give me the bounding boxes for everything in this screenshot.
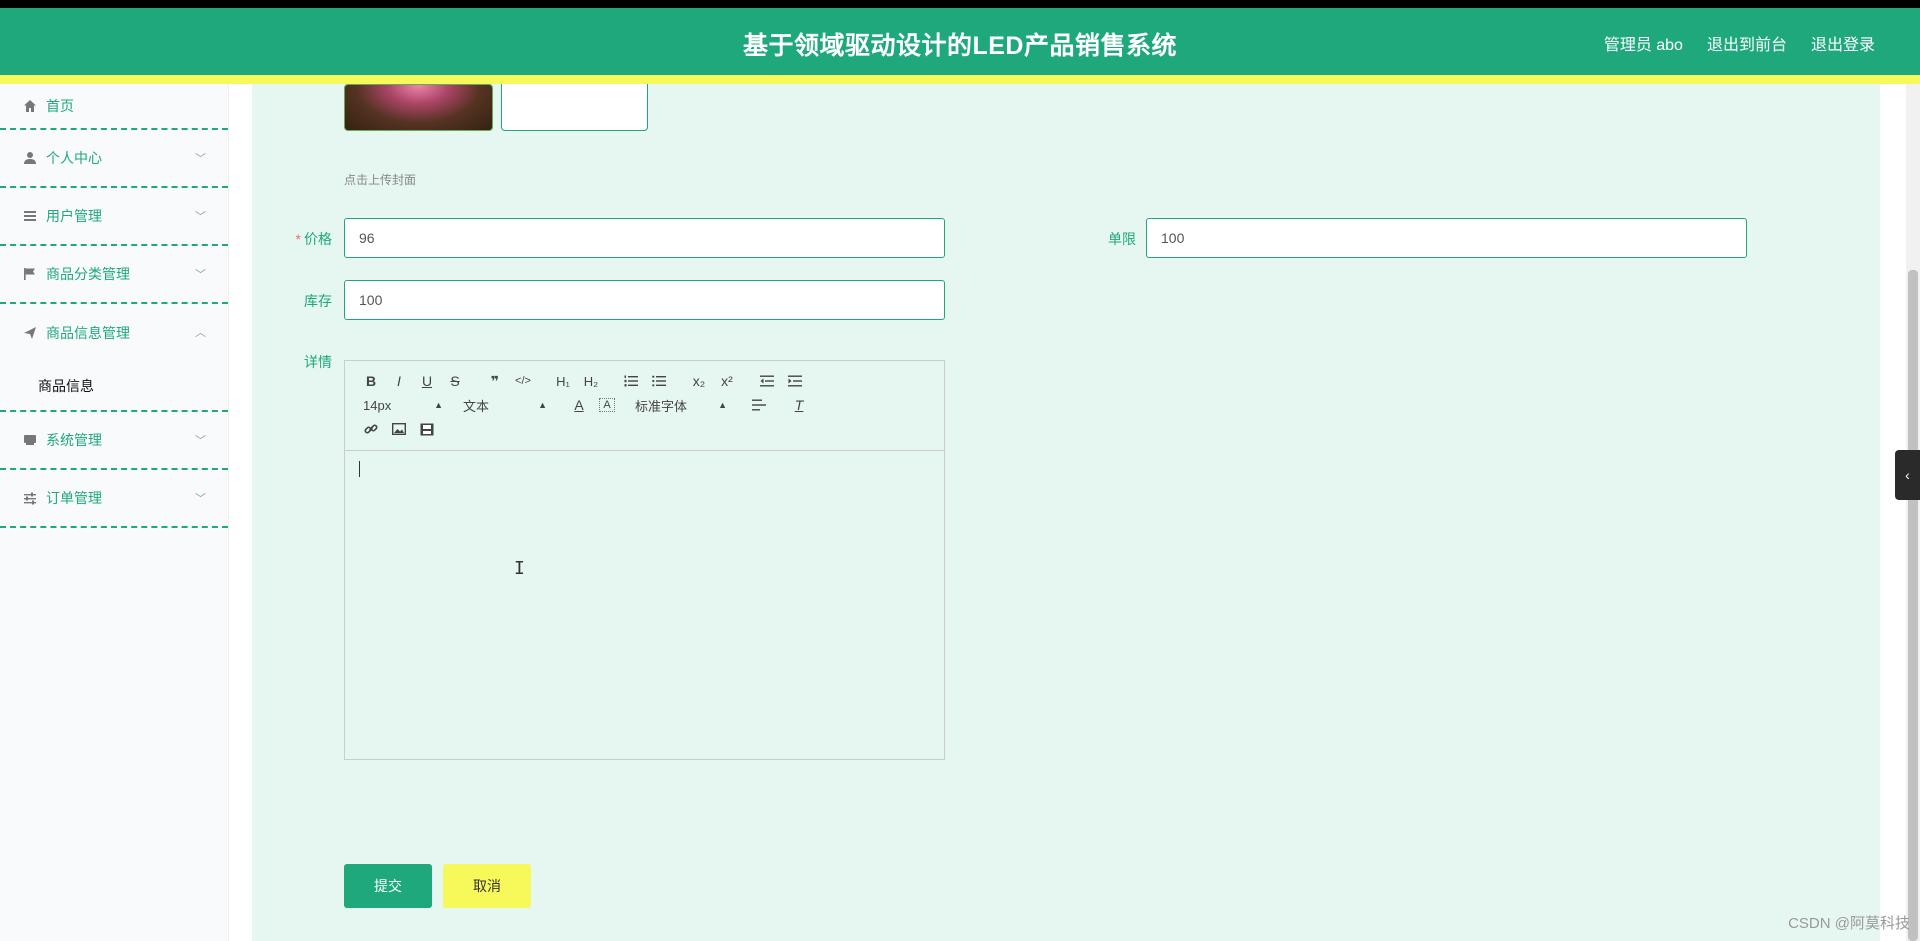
clear-format-icon[interactable]: T <box>785 394 813 416</box>
block-format-select[interactable]: 文本 ▲ <box>461 394 553 416</box>
image-icon[interactable] <box>385 418 413 440</box>
cover-image-thumbnail[interactable] <box>344 84 493 131</box>
background-color-icon[interactable]: A <box>599 398 615 412</box>
send-icon <box>22 325 38 341</box>
admin-user-label: 管理员 abo <box>1603 37 1683 54</box>
sidebar-item-label: 商品信息管理 <box>46 325 130 341</box>
user-icon <box>22 150 38 166</box>
app-header: 基于领域驱动设计的LED产品销售系统 管理员 abo 退出到前台 退出登录 <box>0 8 1920 75</box>
sidebar-item-label: 首页 <box>46 98 74 114</box>
watermark: CSDN @阿莫科技 <box>1788 915 1910 932</box>
toolbar-row <box>357 417 932 441</box>
sidebar-item-home[interactable]: 首页 <box>0 84 228 130</box>
select-arrows-icon: ▲ <box>538 400 547 410</box>
block-format-value: 文本 <box>463 398 490 414</box>
chevron-down-icon: ﹀ <box>195 435 206 447</box>
underline-icon[interactable]: U <box>413 370 441 392</box>
heading-1-icon[interactable]: H₁ <box>549 370 577 392</box>
chevron-down-icon: ﹀ <box>195 153 206 165</box>
outdent-icon[interactable] <box>753 370 781 392</box>
chevron-left-icon: ‹ <box>1905 467 1910 483</box>
video-icon[interactable] <box>413 418 441 440</box>
align-left-icon[interactable] <box>745 394 773 416</box>
price-label: * 价格 <box>288 229 332 249</box>
submit-button[interactable]: 提交 <box>344 864 432 908</box>
chevron-up-icon: ︿ <box>195 327 206 339</box>
font-family-select[interactable]: 标准字体 ▲ <box>633 394 733 416</box>
box-icon <box>22 432 38 448</box>
price-input[interactable]: 96 <box>344 218 945 258</box>
chevron-down-icon: ﹀ <box>195 493 206 505</box>
chevron-down-icon: ﹀ <box>195 211 206 223</box>
font-family-value: 标准字体 <box>635 398 688 414</box>
font-size-select[interactable]: 14px ▲ <box>357 394 449 416</box>
strikethrough-icon[interactable]: S <box>441 370 469 392</box>
scrollbar-thumb[interactable] <box>1908 270 1918 941</box>
list-icon <box>22 208 38 224</box>
header-accent-bar <box>0 75 1920 84</box>
code-block-icon[interactable]: </> <box>509 370 537 392</box>
stock-label: 库存 <box>304 293 332 309</box>
to-front-link[interactable]: 退出到前台 <box>1707 31 1787 55</box>
toolbar-row: 14px ▲ 文本 ▲ A A 标准字体 ▲ T <box>357 393 932 417</box>
superscript-icon[interactable]: x² <box>713 370 741 392</box>
limit-label: 单限 <box>1108 231 1136 247</box>
text-caret <box>359 461 360 477</box>
upload-hint: 点击上传封面 <box>344 173 417 187</box>
sidebar-item-label: 订单管理 <box>46 490 102 506</box>
sidebar-item-label: 用户管理 <box>46 208 102 224</box>
italic-icon[interactable]: I <box>385 370 413 392</box>
chevron-down-icon: ﹀ <box>195 269 206 281</box>
indent-icon[interactable] <box>781 370 809 392</box>
sidebar-item-system-management[interactable]: 系统管理 ﹀ <box>0 412 228 470</box>
flag-icon <box>22 266 38 282</box>
editor-content-area[interactable] <box>345 451 944 759</box>
font-color-icon[interactable]: A <box>565 394 593 416</box>
header-actions: 管理员 abo 退出到前台 退出登录 <box>1604 31 1875 55</box>
sidebar-item-label: 商品分类管理 <box>46 266 130 282</box>
sidebar-item-user-management[interactable]: 用户管理 ﹀ <box>0 188 228 246</box>
sidebar-item-personal-center[interactable]: 个人中心 ﹀ <box>0 130 228 188</box>
home-icon <box>22 98 38 114</box>
subscript-icon[interactable]: x₂ <box>685 370 713 392</box>
required-asterisk: * <box>295 231 301 247</box>
limit-input[interactable]: 100 <box>1146 218 1747 258</box>
side-panel-toggle[interactable]: ‹ <box>1895 450 1920 500</box>
logout-link[interactable]: 退出登录 <box>1811 31 1875 55</box>
toolbar-row: B I U S ❞ </> H₁ H₂ x₂ x² <box>357 369 932 393</box>
ordered-list-icon[interactable] <box>617 370 645 392</box>
sidebar-item-label: 系统管理 <box>46 432 102 448</box>
sidebar-subitem-product-info[interactable]: 商品信息 <box>0 362 228 412</box>
cancel-button[interactable]: 取消 <box>443 864 531 908</box>
stock-input[interactable]: 100 <box>344 280 945 320</box>
detail-label: 详情 <box>304 354 332 370</box>
rich-text-editor: B I U S ❞ </> H₁ H₂ x₂ x² 14px ▲ 文本 ▲ A … <box>344 360 945 760</box>
sidebar-item-category-management[interactable]: 商品分类管理 ﹀ <box>0 246 228 304</box>
mouse-text-cursor: I <box>514 558 525 579</box>
heading-2-icon[interactable]: H₂ <box>577 370 605 392</box>
sliders-icon <box>22 490 38 506</box>
editor-toolbar: B I U S ❞ </> H₁ H₂ x₂ x² 14px ▲ 文本 ▲ A … <box>345 361 944 451</box>
sidebar-item-label: 个人中心 <box>46 150 102 166</box>
select-arrows-icon: ▲ <box>718 400 727 410</box>
bullet-list-icon[interactable] <box>645 370 673 392</box>
sidebar: 首页 个人中心 ﹀ 用户管理 ﹀ 商品分类管理 ﹀ 商品信息管理 ︿ 商品信息 … <box>0 84 229 941</box>
bold-icon[interactable]: B <box>357 370 385 392</box>
price-label-text: 价格 <box>304 231 332 247</box>
cover-upload-box[interactable] <box>501 84 648 131</box>
select-arrows-icon: ▲ <box>434 400 443 410</box>
link-icon[interactable] <box>357 418 385 440</box>
blockquote-icon[interactable]: ❞ <box>481 370 509 392</box>
sidebar-item-order-management[interactable]: 订单管理 ﹀ <box>0 470 228 528</box>
sidebar-item-product-management[interactable]: 商品信息管理 ︿ <box>0 304 228 362</box>
top-border <box>0 0 1920 8</box>
font-size-value: 14px <box>363 397 392 413</box>
